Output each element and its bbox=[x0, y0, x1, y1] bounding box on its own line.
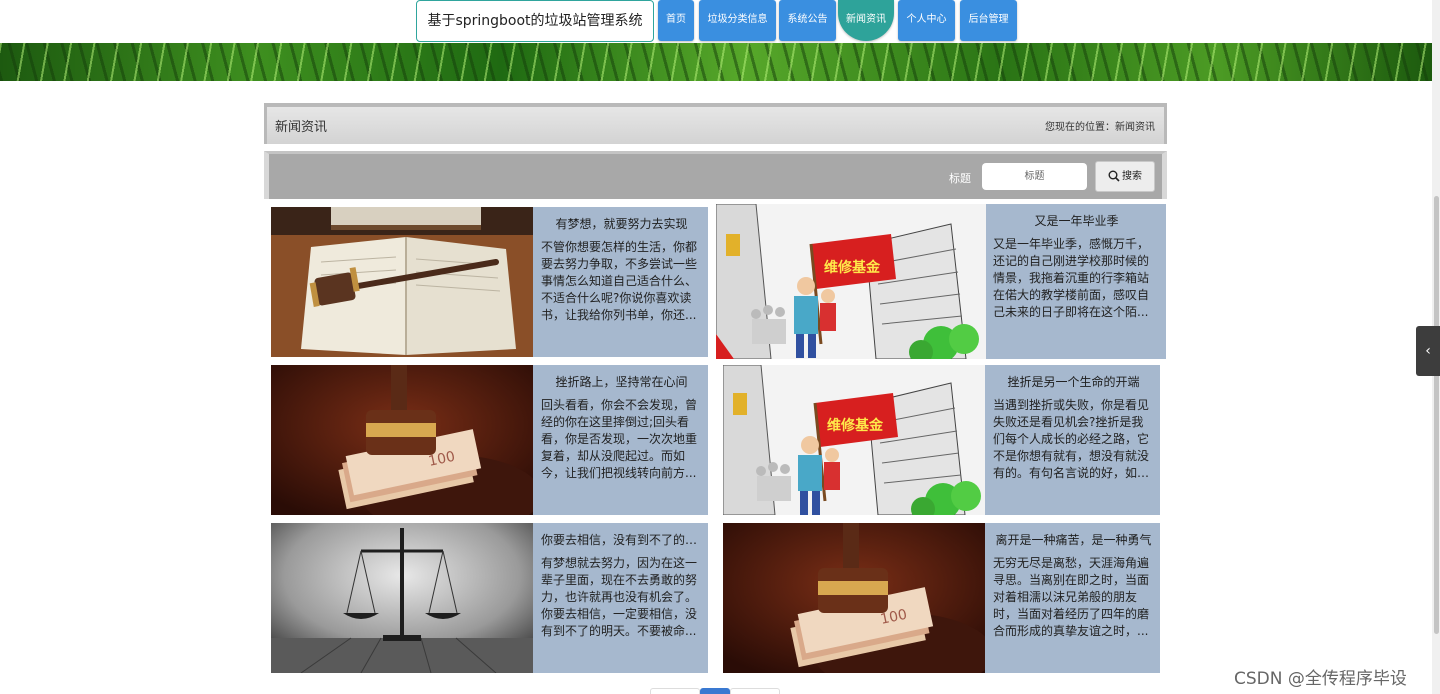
search-bar: 标题 搜索 bbox=[264, 151, 1167, 199]
news-summary: 无穷无尽是离愁，天涯海角遍寻思。当离别在即之时，当面对着相濡以沫兄弟般的朋友时，… bbox=[993, 556, 1150, 638]
news-card-text: 挫折路上，坚持常在心间 回头看看，你会不会发现，曾经的你在这里摔倒过;回头看看，… bbox=[541, 365, 702, 482]
news-title[interactable]: 挫折路上，坚持常在心间 bbox=[541, 373, 702, 390]
news-title[interactable]: 你要去相信，没有到不了的明天 bbox=[541, 531, 702, 548]
nav-admin[interactable]: 后台管理 bbox=[960, 0, 1017, 41]
search-button-label: 搜索 bbox=[1122, 171, 1142, 182]
news-card[interactable]: 维修基金 又是一年毕业季 又是一年毕业季，感慨万千，还记的自己刚进学校那时候的情… bbox=[716, 204, 1166, 359]
chevron-left-icon: ‹ bbox=[1425, 343, 1431, 359]
news-title[interactable]: 又是一年毕业季 bbox=[993, 212, 1160, 229]
page-title: 新闻资讯 bbox=[275, 120, 328, 135]
news-card[interactable]: 100 离开是一种痛苦，是一种勇气 无穷无尽是离愁，天涯海角遍寻思。当离别在即之… bbox=[723, 523, 1160, 673]
nav-home[interactable]: 首页 bbox=[658, 0, 694, 41]
news-image-gavel-on-money[interactable]: 100 bbox=[271, 365, 533, 515]
news-card[interactable]: 100 挫折路上，坚持常在心间 回头看看，你会不会发现，曾经的你在这里摔倒过;回… bbox=[271, 365, 708, 515]
news-image-gavel-on-book[interactable] bbox=[271, 207, 533, 357]
news-title[interactable]: 离开是一种痛苦，是一种勇气 bbox=[993, 531, 1154, 548]
news-title[interactable]: 挫折是另一个生命的开端 bbox=[993, 373, 1154, 390]
news-card[interactable]: 你要去相信，没有到不了的明天 有梦想就去努力，因为在这一辈子里面，现在不去勇敢的… bbox=[271, 523, 708, 673]
pagination-prev[interactable] bbox=[650, 688, 700, 694]
nav-news[interactable]: 新闻资讯 bbox=[838, 0, 894, 41]
news-card-text: 挫折是另一个生命的开端 当遇到挫折或失败，你是看见失败还是看见机会?挫折是我们每… bbox=[993, 365, 1154, 482]
nav-announcements[interactable]: 系统公告 bbox=[779, 0, 836, 41]
top-nav: 基于springboot的垃圾站管理系统 首页 垃圾分类信息 系统公告 新闻资讯… bbox=[0, 0, 1440, 44]
pagination-page-current[interactable] bbox=[700, 688, 730, 694]
watermark: CSDN @全传程序毕设 bbox=[1234, 669, 1407, 689]
search-button[interactable]: 搜索 bbox=[1095, 161, 1155, 192]
breadcrumb: 新闻资讯 您现在的位置：新闻资讯 bbox=[264, 103, 1167, 144]
search-label: 标题 bbox=[949, 172, 971, 185]
news-image-rights-protest-cartoon[interactable]: 维修基金 bbox=[716, 204, 986, 359]
search-input[interactable] bbox=[982, 163, 1087, 190]
news-image-gavel-on-money[interactable]: 100 bbox=[723, 523, 985, 673]
scrollbar-thumb[interactable] bbox=[1434, 196, 1439, 634]
news-summary: 回头看看，你会不会发现，曾经的你在这里摔倒过;回头看看，你是否发现，一次次地重复… bbox=[541, 398, 698, 480]
news-summary: 不管你想要怎样的生活，你都要去努力争取，不多尝试一些事情怎么知道自己适合什么、不… bbox=[541, 240, 698, 322]
news-card-text: 你要去相信，没有到不了的明天 有梦想就去努力，因为在这一辈子里面，现在不去勇敢的… bbox=[541, 523, 702, 640]
search-icon bbox=[1108, 170, 1120, 182]
news-card[interactable]: 维修基金 挫折是另一个生命的开端 当遇到挫折或失败，你是看见失败还是看见机会?挫… bbox=[723, 365, 1160, 515]
nav-garbage-classification[interactable]: 垃圾分类信息 bbox=[699, 0, 776, 41]
svg-text:维修基金: 维修基金 bbox=[827, 417, 884, 434]
news-summary: 有梦想就去努力，因为在这一辈子里面，现在不去勇敢的努力，也许就再也没有机会了。你… bbox=[541, 556, 698, 638]
news-image-rights-protest-cartoon[interactable]: 维修基金 bbox=[723, 365, 985, 515]
news-summary: 又是一年毕业季，感慨万千，还记的自己刚进学校那时候的情景，我拖着沉重的行李箱站在… bbox=[993, 237, 1150, 319]
news-summary: 当遇到挫折或失败，你是看见失败还是看见机会?挫折是我们每个人成长的必经之路，它不… bbox=[993, 398, 1150, 480]
news-card[interactable]: 有梦想，就要努力去实现 不管你想要怎样的生活，你都要去努力争取，不多尝试一些事情… bbox=[271, 207, 708, 357]
news-card-text: 离开是一种痛苦，是一种勇气 无穷无尽是离愁，天涯海角遍寻思。当离别在即之时，当面… bbox=[993, 523, 1154, 640]
news-card-text: 又是一年毕业季 又是一年毕业季，感慨万千，还记的自己刚进学校那时候的情景，我拖着… bbox=[993, 204, 1160, 321]
grass-banner bbox=[0, 43, 1432, 81]
breadcrumb-location: 您现在的位置：新闻资讯 bbox=[1045, 122, 1155, 133]
side-panel-toggle[interactable]: ‹ bbox=[1416, 326, 1440, 376]
pagination-next[interactable] bbox=[730, 688, 780, 694]
news-image-scales-of-justice[interactable] bbox=[271, 523, 533, 673]
nav-personal-center[interactable]: 个人中心 bbox=[898, 0, 955, 41]
news-card-text: 有梦想，就要努力去实现 不管你想要怎样的生活，你都要去努力争取，不多尝试一些事情… bbox=[541, 207, 702, 324]
news-title[interactable]: 有梦想，就要努力去实现 bbox=[541, 215, 702, 232]
site-title[interactable]: 基于springboot的垃圾站管理系统 bbox=[416, 0, 654, 42]
svg-text:维修基金: 维修基金 bbox=[824, 259, 881, 276]
